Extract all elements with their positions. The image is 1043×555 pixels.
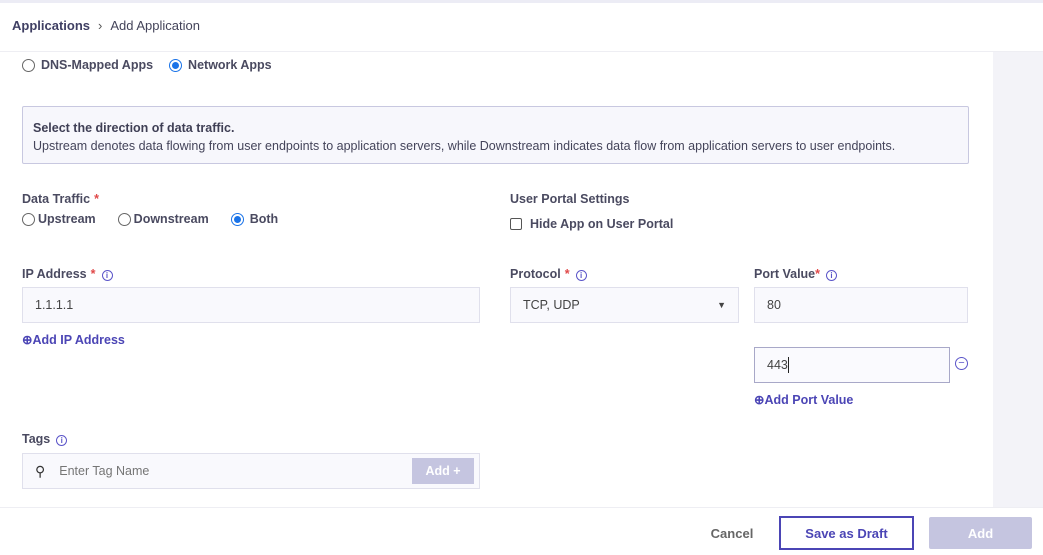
radio-circle: [22, 58, 35, 72]
info-title: Select the direction of data traffic.: [33, 121, 235, 135]
tag-name-input[interactable]: [59, 464, 412, 478]
radio-label: Both: [249, 212, 279, 226]
radio-both[interactable]: Both: [230, 212, 279, 226]
port-value-label: Port Value* i: [754, 267, 838, 281]
hide-app-checkbox[interactable]: Hide App on User Portal: [510, 217, 673, 231]
ip-address-input[interactable]: 1.1.1.1: [22, 287, 480, 323]
info-box: Select the direction of data traffic. Up…: [22, 106, 969, 164]
caret-down-icon: ▼: [717, 300, 726, 310]
add-button[interactable]: Add: [929, 517, 1032, 549]
checkbox-label: Hide App on User Portal: [530, 217, 674, 231]
chevron-right-icon: ›: [98, 18, 103, 33]
remove-port-icon[interactable]: −: [955, 357, 968, 370]
ip-address-label: IP Address * i: [22, 267, 113, 281]
data-traffic-label: Data Traffic *: [22, 192, 99, 206]
breadcrumb-current: Add Application: [110, 18, 200, 33]
save-as-draft-button[interactable]: Save as Draft: [779, 516, 914, 550]
radio-dns-mapped-apps[interactable]: DNS-Mapped Apps: [22, 58, 153, 72]
radio-network-apps[interactable]: Network Apps: [169, 58, 272, 72]
breadcrumb: Applications › Add Application: [12, 18, 200, 33]
app-type-radio-group: DNS-Mapped Apps Network Apps: [22, 58, 272, 72]
plus-circle-icon: ⊕: [22, 333, 33, 347]
info-icon: i: [575, 270, 587, 281]
radio-label: DNS-Mapped Apps: [41, 58, 154, 72]
protocol-select[interactable]: TCP, UDP ▼: [510, 287, 739, 323]
radio-label: Upstream: [38, 212, 96, 226]
info-icon: i: [826, 270, 838, 281]
search-icon: ⚲: [35, 462, 46, 479]
add-port-value-link[interactable]: ⊕Add Port Value: [754, 392, 853, 407]
protocol-value: TCP, UDP: [523, 298, 580, 312]
data-traffic-radio-group: Upstream Downstream Both: [22, 212, 278, 226]
radio-upstream[interactable]: Upstream: [22, 212, 96, 226]
breadcrumb-applications[interactable]: Applications: [12, 18, 90, 33]
radio-downstream[interactable]: Downstream: [117, 212, 209, 226]
radio-label: Network Apps: [188, 58, 272, 72]
checkbox[interactable]: [510, 218, 522, 230]
radio-label: Downstream: [133, 212, 209, 226]
add-ip-address-link[interactable]: ⊕Add IP Address: [22, 332, 125, 347]
side-panel: [993, 52, 1043, 507]
tags-label: Tags i: [22, 432, 68, 446]
port-value-input-1[interactable]: 80: [754, 287, 968, 323]
plus-circle-icon: ⊕: [754, 393, 765, 407]
info-text: Upstream denotes data flowing from user …: [33, 139, 896, 153]
radio-circle-selected: [169, 58, 183, 72]
port-value-input-2[interactable]: 443: [754, 347, 950, 383]
info-icon: i: [101, 270, 113, 281]
info-icon: i: [56, 435, 68, 446]
tags-field: ⚲ Add +: [22, 453, 480, 489]
protocol-label: Protocol * i: [510, 267, 587, 281]
user-portal-label: User Portal Settings: [510, 192, 630, 206]
cancel-button[interactable]: Cancel: [700, 516, 764, 550]
add-tag-button[interactable]: Add +: [412, 458, 474, 484]
